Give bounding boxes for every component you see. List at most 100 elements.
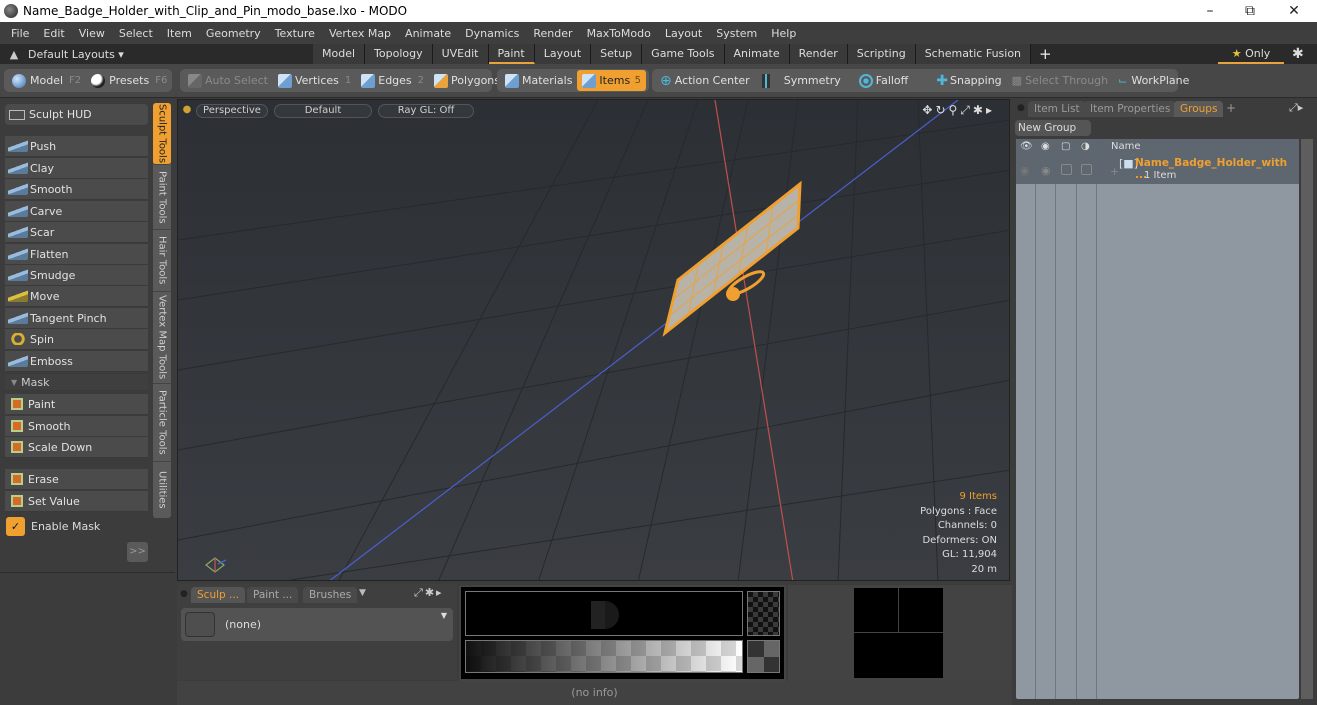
expand-row-icon[interactable]: + — [1110, 165, 1119, 178]
menu-edit[interactable]: Edit — [36, 27, 71, 40]
scrollbar[interactable] — [1301, 139, 1313, 699]
panel-menu-icon[interactable]: ● — [180, 589, 188, 599]
menu-system[interactable]: System — [709, 27, 764, 40]
view-type-button[interactable]: Perspective — [196, 104, 268, 118]
row-render-toggle[interactable]: ◉ — [1041, 164, 1051, 177]
menu-render[interactable]: Render — [526, 27, 579, 40]
tool-clay[interactable]: Clay — [5, 158, 148, 179]
presets-button[interactable]: Presets F6 — [86, 70, 172, 91]
falloff-button[interactable]: Falloff — [854, 70, 913, 91]
tab-setup[interactable]: Setup — [591, 44, 643, 64]
tab-groups[interactable]: Groups — [1174, 101, 1224, 117]
tool-spin[interactable]: Spin — [5, 329, 148, 350]
panel-maximize-icon[interactable]: ⤢▸ — [1289, 101, 1303, 115]
row-visibility-toggle[interactable]: ◉ — [1020, 164, 1030, 177]
viewport-gear-icon[interactable]: ✱ — [973, 103, 986, 117]
name-column-header[interactable]: Name — [1111, 141, 1141, 152]
tool-smudge[interactable]: Smudge — [5, 265, 148, 286]
menu-animate[interactable]: Animate — [398, 27, 458, 40]
tab-schematic-fusion[interactable]: Schematic Fusion — [915, 44, 1032, 64]
panel-maximize-icon[interactable]: ⤢ — [414, 586, 425, 599]
auto-select-button[interactable]: Auto Select — [183, 70, 273, 91]
materials-button[interactable]: Materials — [500, 70, 577, 91]
panel-gear-icon[interactable]: ✱ — [425, 586, 436, 599]
row-lock-toggle[interactable] — [1061, 164, 1072, 175]
menu-texture[interactable]: Texture — [268, 27, 322, 40]
vtab-particle-tools[interactable]: Particle Tools — [153, 384, 171, 462]
3d-viewport[interactable]: ● Perspective Default Ray GL: Off ✥↻⚲⤢✱▸… — [177, 99, 1010, 581]
tab-topology[interactable]: Topology — [365, 44, 433, 64]
mask-smooth[interactable]: Smooth — [5, 416, 148, 437]
add-tab-button[interactable]: + — [1226, 101, 1236, 115]
add-layout-button[interactable]: + — [1031, 45, 1060, 63]
tab-animate[interactable]: Animate — [724, 44, 790, 64]
menu-layout[interactable]: Layout — [658, 27, 709, 40]
vtab-hair-tools[interactable]: Hair Tools — [153, 230, 171, 292]
menu-vertex-map[interactable]: Vertex Map — [322, 27, 398, 40]
pan-icon[interactable]: ✥ — [922, 103, 935, 117]
visibility-column-icon[interactable]: 👁 — [1020, 141, 1033, 152]
menu-dynamics[interactable]: Dynamics — [458, 27, 526, 40]
items-button[interactable]: Items 5 — [577, 70, 646, 91]
layout-arrow-icon[interactable]: ▲ — [0, 48, 28, 61]
gear-icon[interactable]: ✱ — [1292, 44, 1304, 64]
vtab-utilities[interactable]: Utilities — [153, 462, 171, 518]
rotate-icon[interactable]: ↻ — [935, 103, 948, 117]
panel-arrow-icon[interactable]: ▸ — [436, 586, 444, 599]
vtab-paint-tools[interactable]: Paint Tools — [153, 165, 171, 230]
tab-render[interactable]: Render — [789, 44, 848, 64]
model-button[interactable]: Model F2 — [7, 70, 86, 91]
shading-button[interactable]: Default — [274, 104, 372, 118]
brush-selector[interactable]: (none) ▼ — [181, 608, 453, 641]
mask-section-header[interactable]: ▼ Mask — [5, 374, 148, 391]
panel-menu-icon[interactable]: ● — [1017, 103, 1025, 113]
viewport-arrow-icon[interactable]: ▸ — [986, 103, 995, 117]
menu-view[interactable]: View — [72, 27, 112, 40]
select-through-button[interactable]: ▩ Select Through — [1007, 70, 1113, 91]
select-column-icon[interactable]: ◑ — [1081, 141, 1090, 152]
polygons-button[interactable]: Polygons — [429, 70, 505, 91]
row-select-toggle[interactable] — [1081, 164, 1092, 175]
symmetry-button[interactable]: Symmetry — [757, 70, 846, 91]
menu-geometry[interactable]: Geometry — [199, 27, 268, 40]
sculpt-hud-button[interactable]: Sculpt HUD — [5, 104, 148, 126]
tool-emboss[interactable]: Emboss — [5, 351, 148, 372]
edges-button[interactable]: Edges 2 — [356, 70, 429, 91]
mask-scale-down[interactable]: Scale Down — [5, 437, 148, 458]
tab-paint[interactable]: Paint ... — [247, 587, 299, 603]
mask-erase[interactable]: Erase — [5, 469, 148, 490]
menu-select[interactable]: Select — [112, 27, 160, 40]
menu-help[interactable]: Help — [764, 27, 803, 40]
tool-move[interactable]: Move — [5, 286, 148, 307]
zoom-icon[interactable]: ⚲ — [949, 103, 961, 117]
raygl-button[interactable]: Ray GL: Off — [378, 104, 474, 118]
mask-set-value[interactable]: Set Value — [5, 491, 148, 512]
tab-paint[interactable]: Paint — [488, 44, 535, 64]
menu-maxtomodo[interactable]: MaxToModo — [580, 27, 658, 40]
tool-flatten[interactable]: Flatten — [5, 244, 148, 265]
default-layouts-dropdown[interactable]: Default Layouts ▾ — [28, 48, 313, 61]
tab-model[interactable]: Model — [313, 44, 366, 64]
vertices-button[interactable]: Vertices 1 — [273, 70, 356, 91]
mask-paint[interactable]: Paint — [5, 394, 148, 415]
tab-uvedit[interactable]: UVEdit — [432, 44, 489, 64]
tool-smooth[interactable]: Smooth — [5, 179, 148, 200]
maximize-icon[interactable]: ⤢ — [960, 103, 973, 117]
workplane-button[interactable]: ⌙ WorkPlane — [1113, 70, 1194, 91]
tab-layout[interactable]: Layout — [534, 44, 592, 64]
enable-mask-checkbox[interactable]: ✓ Enable Mask — [6, 517, 100, 536]
vtab-sculpt-tools[interactable]: Sculpt Tools — [153, 103, 171, 165]
minimize-button[interactable]: – — [1190, 0, 1230, 22]
menu-file[interactable]: File — [4, 27, 36, 40]
close-button[interactable]: ✕ — [1274, 0, 1314, 22]
tool-push[interactable]: Push — [5, 136, 148, 157]
snapping-button[interactable]: ✚ Snapping — [931, 70, 1006, 91]
group-row[interactable]: ◉ ◉ + [■] Name_Badge_Holder_with ... 1 I… — [1016, 156, 1299, 184]
tab-item-list[interactable]: Item List — [1028, 101, 1086, 117]
tool-tangent-pinch[interactable]: Tangent Pinch — [5, 308, 148, 329]
only-toggle[interactable]: ★ Only — [1218, 44, 1284, 64]
tabs-dropdown-icon[interactable]: ▼ — [359, 588, 366, 598]
tab-scripting[interactable]: Scripting — [847, 44, 916, 64]
viewport-menu-dot[interactable]: ● — [182, 104, 192, 118]
new-group-button[interactable]: New Group — [1015, 120, 1091, 136]
